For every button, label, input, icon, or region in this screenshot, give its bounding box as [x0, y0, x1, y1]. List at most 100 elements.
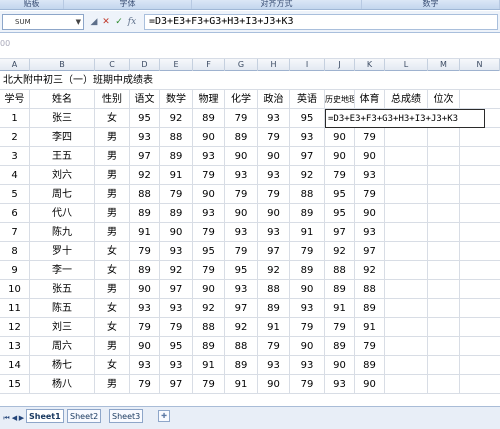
data-cell[interactable]: 90 — [193, 185, 225, 204]
data-cell[interactable]: 91 — [258, 318, 290, 337]
header-cell[interactable]: 学号 — [0, 90, 30, 109]
active-formula-cell[interactable]: =D3+E3+F3+G3+H3+I3+J3+K3 — [325, 109, 485, 128]
column-header-d[interactable]: D — [130, 59, 160, 71]
data-cell[interactable]: 95 — [193, 242, 225, 261]
data-cell[interactable]: 93 — [130, 356, 160, 375]
data-cell[interactable]: 周七 — [30, 185, 95, 204]
data-cell[interactable]: 88 — [355, 280, 385, 299]
data-cell[interactable] — [428, 375, 460, 394]
data-cell[interactable]: 14 — [0, 356, 30, 375]
header-cell[interactable]: 总成绩 — [385, 90, 428, 109]
data-cell[interactable]: 4 — [0, 166, 30, 185]
data-cell[interactable] — [428, 299, 460, 318]
data-cell[interactable]: 91 — [290, 223, 325, 242]
data-cell[interactable]: 97 — [258, 242, 290, 261]
data-cell[interactable]: 93 — [193, 204, 225, 223]
data-cell[interactable]: 90 — [355, 147, 385, 166]
data-cell[interactable]: 89 — [193, 337, 225, 356]
data-cell[interactable]: 7 — [0, 223, 30, 242]
data-cell[interactable] — [428, 261, 460, 280]
data-cell[interactable]: 89 — [130, 261, 160, 280]
data-cell[interactable]: 10 — [0, 280, 30, 299]
column-header-b[interactable]: B — [30, 59, 95, 71]
header-cell[interactable]: 化学 — [225, 90, 258, 109]
data-cell[interactable] — [385, 299, 428, 318]
data-cell[interactable]: 88 — [258, 280, 290, 299]
data-cell[interactable]: 79 — [225, 185, 258, 204]
data-cell[interactable]: 91 — [160, 166, 193, 185]
chevron-down-icon[interactable]: ▼ — [76, 15, 81, 29]
data-cell[interactable]: 79 — [160, 185, 193, 204]
header-cell[interactable]: 历史地理综合 — [325, 90, 355, 109]
data-cell[interactable]: 79 — [225, 242, 258, 261]
data-cell[interactable]: 79 — [193, 261, 225, 280]
data-cell[interactable]: 李四 — [30, 128, 95, 147]
data-cell[interactable] — [385, 318, 428, 337]
data-cell[interactable]: 79 — [130, 375, 160, 394]
header-cell[interactable]: 物理 — [193, 90, 225, 109]
data-cell[interactable]: 95 — [160, 337, 193, 356]
data-cell[interactable]: 93 — [225, 223, 258, 242]
data-cell[interactable]: 2 — [0, 128, 30, 147]
ribbon-group-clipboard[interactable]: 贴板 — [0, 0, 64, 9]
data-cell[interactable]: 15 — [0, 375, 30, 394]
insert-sheet-icon[interactable]: ✚ — [158, 410, 170, 422]
data-cell[interactable]: 88 — [130, 185, 160, 204]
data-cell[interactable]: 88 — [225, 337, 258, 356]
data-cell[interactable]: 93 — [130, 128, 160, 147]
data-cell[interactable]: 89 — [160, 147, 193, 166]
data-cell[interactable]: 79 — [130, 242, 160, 261]
data-cell[interactable]: 92 — [258, 261, 290, 280]
data-cell[interactable]: 97 — [160, 375, 193, 394]
column-header-n[interactable]: N — [460, 59, 500, 71]
data-cell[interactable]: 79 — [193, 223, 225, 242]
header-cell[interactable]: 体育 — [355, 90, 385, 109]
data-cell[interactable]: 13 — [0, 337, 30, 356]
formula-input[interactable]: =D3+E3+F3+G3+H3+I3+J3+K3 — [144, 14, 498, 30]
data-cell[interactable]: 89 — [290, 204, 325, 223]
data-cell[interactable]: 97 — [160, 280, 193, 299]
data-cell[interactable] — [385, 166, 428, 185]
data-cell[interactable]: 90 — [355, 375, 385, 394]
data-cell[interactable]: 90 — [130, 337, 160, 356]
data-cell[interactable]: 93 — [160, 299, 193, 318]
data-cell[interactable]: 男 — [95, 337, 130, 356]
data-cell[interactable]: 周六 — [30, 337, 95, 356]
data-cell[interactable]: 11 — [0, 299, 30, 318]
data-cell[interactable]: 93 — [355, 166, 385, 185]
data-cell[interactable] — [428, 318, 460, 337]
header-cell[interactable]: 英语 — [290, 90, 325, 109]
data-cell[interactable]: 92 — [290, 166, 325, 185]
data-cell[interactable]: 李一 — [30, 261, 95, 280]
data-cell[interactable]: 79 — [225, 109, 258, 128]
data-cell[interactable]: 男 — [95, 166, 130, 185]
data-cell[interactable]: 代八 — [30, 204, 95, 223]
data-cell[interactable]: 93 — [225, 280, 258, 299]
header-cell[interactable]: 政治 — [258, 90, 290, 109]
data-cell[interactable] — [385, 128, 428, 147]
data-cell[interactable] — [428, 223, 460, 242]
data-cell[interactable]: 79 — [193, 166, 225, 185]
data-cell[interactable]: 93 — [355, 223, 385, 242]
data-cell[interactable] — [385, 280, 428, 299]
data-cell[interactable]: 5 — [0, 185, 30, 204]
data-cell[interactable]: 79 — [193, 375, 225, 394]
header-cell[interactable]: 位次 — [428, 90, 460, 109]
data-cell[interactable]: 90 — [130, 280, 160, 299]
data-cell[interactable]: 男 — [95, 375, 130, 394]
column-header-l[interactable]: L — [385, 59, 428, 71]
data-cell[interactable]: 89 — [193, 109, 225, 128]
data-cell[interactable]: 刘三 — [30, 318, 95, 337]
column-header-k[interactable]: K — [355, 59, 385, 71]
data-cell[interactable]: 89 — [130, 204, 160, 223]
column-header-h[interactable]: H — [258, 59, 290, 71]
data-cell[interactable]: 男 — [95, 185, 130, 204]
data-cell[interactable]: 89 — [160, 204, 193, 223]
data-cell[interactable]: 79 — [258, 337, 290, 356]
data-cell[interactable]: 杨八 — [30, 375, 95, 394]
data-cell[interactable]: 89 — [355, 356, 385, 375]
data-cell[interactable]: 95 — [130, 109, 160, 128]
data-cell[interactable]: 93 — [225, 166, 258, 185]
data-cell[interactable]: 89 — [225, 356, 258, 375]
data-cell[interactable]: 90 — [258, 204, 290, 223]
